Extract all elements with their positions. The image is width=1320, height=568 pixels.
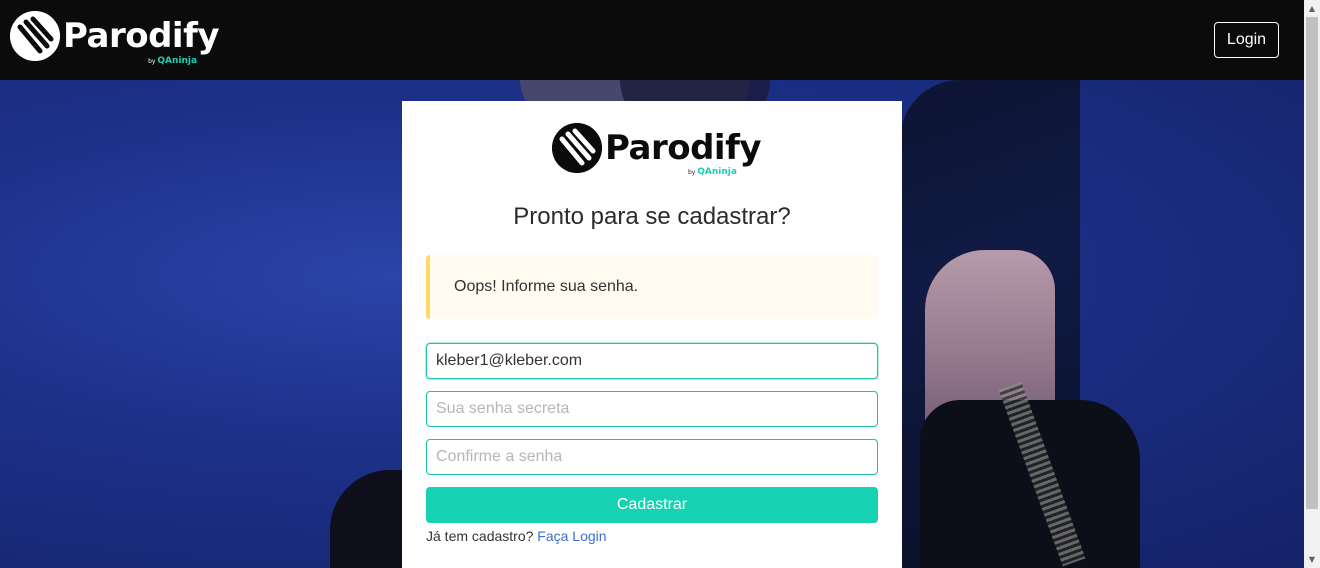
page-title: Pronto para se cadastrar? bbox=[513, 203, 791, 230]
parodify-logo-icon bbox=[552, 123, 602, 173]
login-button[interactable]: Login bbox=[1214, 22, 1279, 58]
scrollbar[interactable]: ▲ ▼ bbox=[1304, 0, 1320, 568]
scroll-down-icon[interactable]: ▼ bbox=[1304, 551, 1320, 568]
brand-by: by QAninja bbox=[148, 56, 198, 66]
scrollbar-thumb[interactable] bbox=[1306, 17, 1318, 509]
confirm-password-input[interactable] bbox=[426, 439, 878, 475]
password-input[interactable] bbox=[426, 391, 878, 427]
login-prompt-text: Já tem cadastro? bbox=[426, 528, 534, 544]
top-navbar: Parodify by QAninja Login bbox=[0, 0, 1304, 80]
email-input[interactable] bbox=[426, 343, 878, 379]
scroll-up-icon[interactable]: ▲ bbox=[1304, 0, 1320, 17]
login-prompt: Já tem cadastro? Faça Login bbox=[426, 528, 607, 544]
brand-name: Parodify bbox=[63, 16, 220, 56]
signup-button[interactable]: Cadastrar bbox=[426, 487, 878, 523]
brand-logo[interactable]: Parodify by QAninja bbox=[10, 10, 220, 66]
card-logo: Parodify by QAninja bbox=[552, 123, 762, 177]
alert-message: Oops! Informe sua senha. bbox=[426, 255, 878, 319]
card-brand-name: Parodify bbox=[605, 128, 762, 168]
parodify-logo-icon bbox=[10, 11, 60, 61]
signup-card: Parodify by QAninja Pronto para se cadas… bbox=[402, 101, 902, 568]
login-link[interactable]: Faça Login bbox=[537, 528, 606, 544]
card-brand-by: by QAninja bbox=[688, 167, 737, 177]
